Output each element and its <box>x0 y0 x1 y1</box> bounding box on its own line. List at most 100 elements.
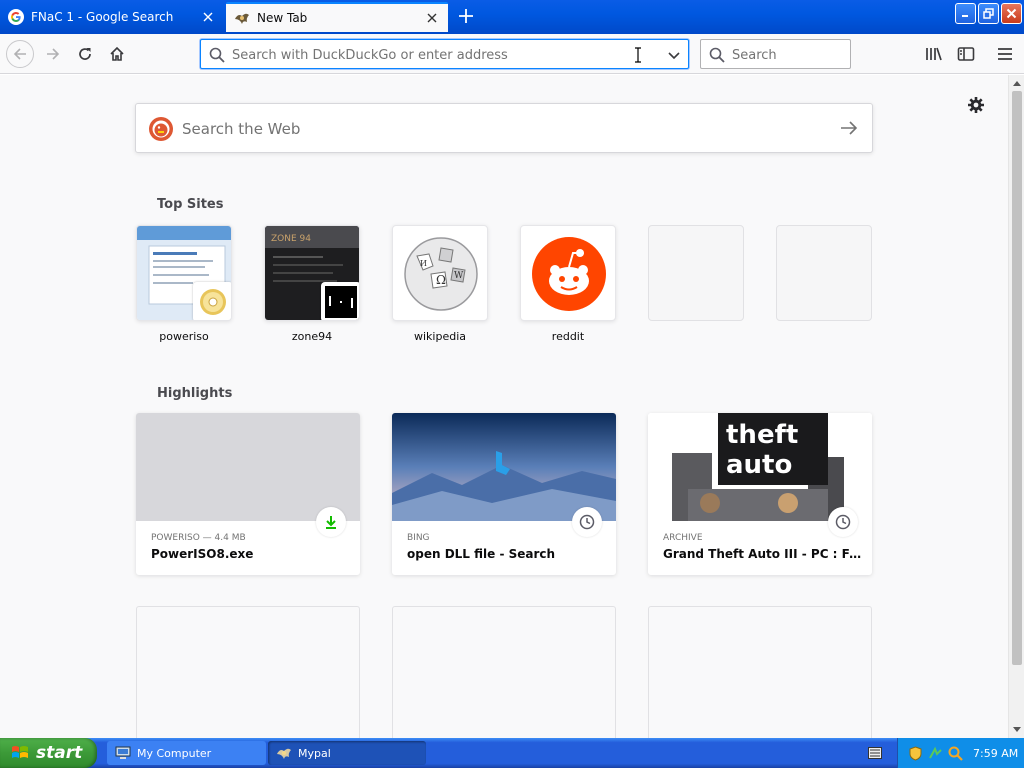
site-thumbnail <box>520 225 616 321</box>
site-label: reddit <box>551 330 585 343</box>
top-site-wikipedia[interactable]: ΩW И wikipedia <box>392 225 488 343</box>
search-bar[interactable] <box>700 39 851 69</box>
network-icon[interactable] <box>928 746 943 761</box>
keyboard-icon[interactable] <box>868 747 882 759</box>
highlight-card-archive[interactable]: theft auto ARCHIVE Grand Theft Auto III -… <box>648 413 872 575</box>
close-icon <box>1006 8 1017 19</box>
mypal-icon <box>234 10 250 26</box>
svg-text:И: И <box>420 259 427 268</box>
minimize-button[interactable] <box>955 3 976 24</box>
site-label: wikipedia <box>413 330 466 343</box>
taskbar-item-my-computer[interactable]: My Computer <box>107 741 266 765</box>
download-icon <box>316 507 346 537</box>
chevron-down-icon[interactable] <box>666 47 682 63</box>
home-icon <box>110 46 124 61</box>
customize-button[interactable] <box>966 95 986 115</box>
search-input[interactable] <box>732 46 842 64</box>
start-label: start <box>36 743 83 763</box>
search-icon <box>709 47 725 63</box>
my-computer-icon <box>115 746 131 759</box>
svg-text:Ω: Ω <box>436 273 446 287</box>
tab-new-tab[interactable]: New Tab <box>226 2 448 32</box>
web-search-box[interactable] <box>135 103 873 153</box>
mypal-icon <box>277 748 291 759</box>
top-site-poweriso[interactable]: poweriso <box>136 225 232 343</box>
new-tab-button[interactable] <box>454 4 478 28</box>
forward-arrow-icon <box>47 48 60 60</box>
reload-button[interactable] <box>72 41 98 67</box>
back-button[interactable] <box>6 40 34 68</box>
navigation-toolbar <box>0 34 1024 74</box>
vertical-scrollbar[interactable] <box>1008 75 1024 738</box>
highlight-card-poweriso[interactable]: POWERISO — 4.4 MB PowerISO8.exe <box>136 413 360 575</box>
arrow-right-icon[interactable] <box>840 119 858 137</box>
tab-title: New Tab <box>257 11 308 25</box>
restore-button[interactable] <box>978 3 999 24</box>
highlights-heading: Highlights <box>157 386 233 401</box>
plus-icon <box>459 9 473 23</box>
web-search-input[interactable] <box>182 118 822 140</box>
top-site-zone94[interactable]: ZONE 94 zone94 <box>264 225 360 343</box>
pong-game-icon <box>321 282 359 320</box>
clock-icon <box>572 507 602 537</box>
search-tray-icon[interactable] <box>948 746 963 761</box>
highlight-placeholder <box>136 606 360 738</box>
card-context: POWERISO — 4.4 MB <box>151 533 246 543</box>
back-arrow-icon <box>13 48 26 60</box>
forward-button[interactable] <box>40 41 66 67</box>
clock: 7:59 AM <box>973 746 1019 760</box>
highlight-placeholder <box>648 606 872 738</box>
card-context: BING <box>407 533 430 543</box>
scroll-thumb[interactable] <box>1012 91 1022 665</box>
site-label: zone94 <box>291 330 333 343</box>
security-shield-icon[interactable] <box>908 745 923 761</box>
menu-button[interactable] <box>992 41 1018 67</box>
sidebar-icon <box>957 47 975 61</box>
sidebar-button[interactable] <box>953 41 979 67</box>
site-thumbnail: ZONE 94 <box>264 225 360 321</box>
scroll-down-arrow-icon[interactable] <box>1009 722 1024 738</box>
top-site-empty[interactable] <box>648 225 744 330</box>
task-label: My Computer <box>137 746 212 760</box>
close-window-button[interactable] <box>1001 3 1022 24</box>
card-title: open DLL file - Search <box>407 547 556 561</box>
library-button[interactable] <box>921 41 947 67</box>
card-title: Grand Theft Auto III - PC : Free ... <box>663 547 863 561</box>
tab-google-search[interactable]: FNaC 1 - Google Search <box>0 2 224 32</box>
card-title: PowerISO8.exe <box>151 547 254 561</box>
site-label: poweriso <box>159 330 209 343</box>
duckduckgo-icon <box>149 117 173 141</box>
system-tray: 7:59 AM <box>897 738 1024 768</box>
minimize-icon <box>962 15 968 17</box>
task-label: Mypal <box>298 746 331 760</box>
text-cursor-icon <box>635 47 641 63</box>
home-button[interactable] <box>104 41 130 67</box>
card-thumbnail <box>136 413 360 521</box>
address-input[interactable] <box>232 46 652 64</box>
top-site-empty[interactable] <box>776 225 872 330</box>
svg-text:theft: theft <box>726 420 798 450</box>
tab-title: FNaC 1 - Google Search <box>31 10 174 24</box>
taskbar: start My Computer Mypal 7:59 AM <box>0 738 1024 768</box>
restore-icon <box>983 8 994 19</box>
hamburger-menu-icon <box>998 48 1012 60</box>
address-bar[interactable] <box>200 39 689 69</box>
close-tab-icon[interactable] <box>424 10 440 26</box>
windows-logo-icon <box>12 746 28 758</box>
highlight-placeholder <box>392 606 616 738</box>
empty-site-placeholder <box>648 225 744 321</box>
tab-strip: FNaC 1 - Google Search New Tab <box>0 0 1024 34</box>
scroll-up-arrow-icon[interactable] <box>1009 75 1024 91</box>
wikipedia-globe-icon: Ω W И <box>404 237 478 311</box>
close-tab-icon[interactable] <box>200 9 216 25</box>
taskbar-item-mypal[interactable]: Mypal <box>268 741 426 765</box>
highlight-card-bing[interactable]: BING open DLL file - Search <box>392 413 616 575</box>
reload-icon <box>79 48 91 60</box>
site-thumbnail <box>136 225 232 321</box>
start-button[interactable]: start <box>0 738 97 768</box>
top-site-reddit[interactable]: reddit <box>520 225 616 343</box>
svg-text:ZONE 94: ZONE 94 <box>271 234 311 244</box>
empty-site-placeholder <box>776 225 872 321</box>
clock-icon <box>828 507 858 537</box>
card-thumbnail: theftauto <box>648 413 872 521</box>
